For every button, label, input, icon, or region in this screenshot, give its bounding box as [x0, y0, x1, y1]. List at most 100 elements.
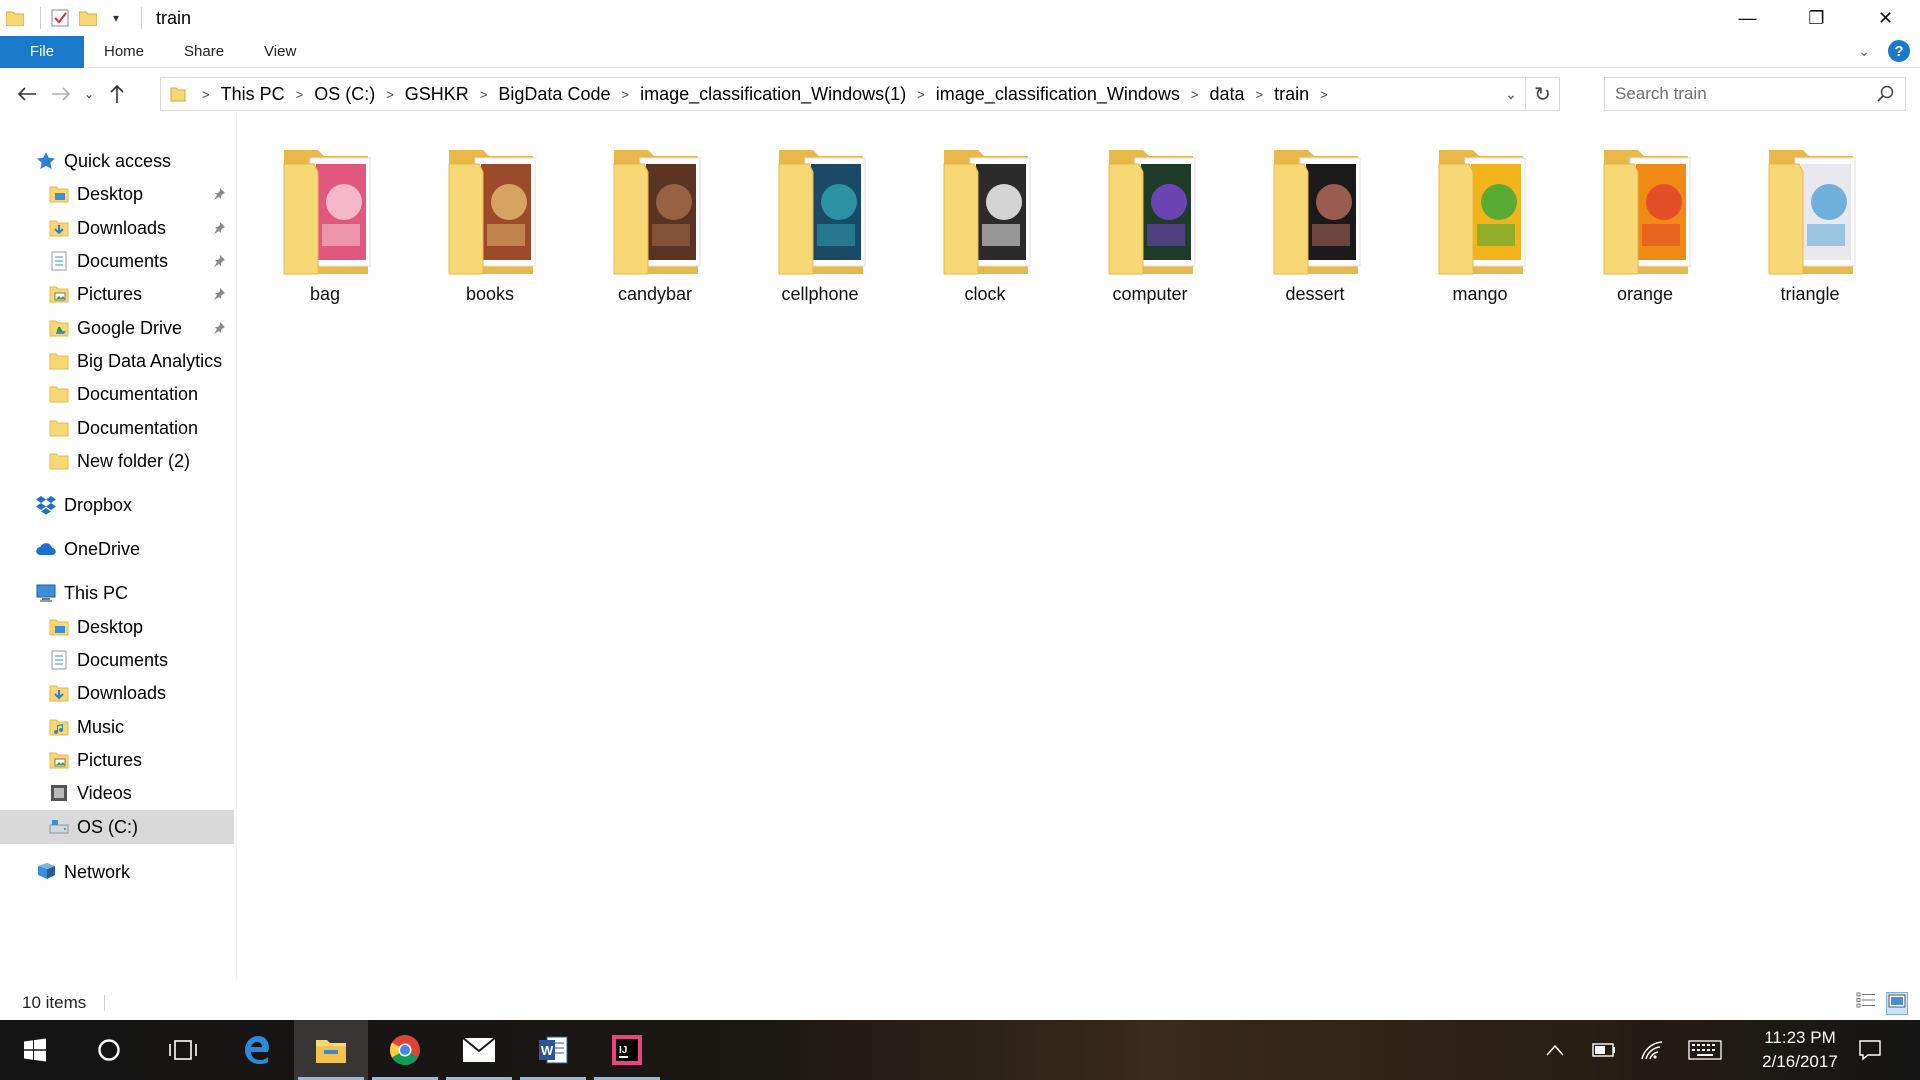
pin-icon[interactable]	[212, 319, 226, 340]
sidebar-item-dropbox[interactable]: Dropbox	[0, 488, 234, 522]
large-icons-view-icon[interactable]	[1886, 992, 1908, 1015]
search-box[interactable]	[1604, 77, 1906, 111]
cortana-button[interactable]	[72, 1020, 146, 1080]
breadcrumb-separator-chevron-icon[interactable]: >	[480, 87, 488, 102]
wifi-button[interactable]	[1632, 1020, 1672, 1080]
pin-icon[interactable]	[212, 219, 226, 240]
new-folder-icon[interactable]	[77, 7, 99, 29]
sidebar-item-pictures[interactable]: Pictures	[0, 277, 234, 311]
folder-item-mango[interactable]: mango	[1405, 140, 1555, 320]
pin-icon[interactable]	[212, 185, 226, 206]
chrome-app[interactable]	[368, 1020, 442, 1080]
breadcrumb-item[interactable]: BigData Code	[498, 84, 610, 105]
pin-icon[interactable]	[212, 285, 226, 306]
file-explorer-app[interactable]	[294, 1020, 368, 1080]
breadcrumb-item[interactable]: train	[1274, 84, 1309, 105]
breadcrumb-separator-chevron-icon[interactable]: >	[296, 87, 304, 102]
sidebar-item-this-pc[interactable]: This PC	[0, 576, 234, 610]
folder-item-bag[interactable]: bag	[250, 140, 400, 320]
sidebar-item-documents[interactable]: Documents	[0, 643, 234, 677]
sidebar-item-videos[interactable]: Videos	[0, 776, 234, 810]
back-button[interactable]	[10, 77, 44, 111]
folder-item-orange[interactable]: orange	[1570, 140, 1720, 320]
sidebar-item-documentation[interactable]: Documentation	[0, 377, 234, 411]
tab-share[interactable]: Share	[164, 36, 244, 68]
word-app[interactable]: W	[516, 1020, 590, 1080]
sidebar-item-music[interactable]: Music	[0, 710, 234, 744]
pane-divider[interactable]	[236, 114, 237, 980]
breadcrumb-separator-chevron-icon[interactable]: >	[386, 87, 394, 102]
tab-file[interactable]: File	[0, 35, 84, 68]
breadcrumb-separator-chevron-icon[interactable]: >	[202, 87, 210, 102]
chrome-icon	[389, 1035, 420, 1066]
breadcrumb-item[interactable]: OS (C:)	[314, 84, 375, 105]
sidebar-item-desktop[interactable]: Desktop	[0, 177, 234, 211]
breadcrumb-item[interactable]: GSHKR	[405, 84, 469, 105]
folder-item-dessert[interactable]: dessert	[1240, 140, 1390, 320]
sidebar-item-desktop[interactable]: Desktop	[0, 610, 234, 644]
task-view-button[interactable]	[146, 1020, 220, 1080]
action-center-button[interactable]	[1848, 1020, 1892, 1080]
address-bar[interactable]: > This PC > OS (C:) > GSHKR > BigData Code > imag…	[160, 77, 1560, 111]
folder-thumbnail-icon	[1095, 140, 1205, 280]
folder-item-clock[interactable]: clock	[910, 140, 1060, 320]
search-icon[interactable]	[1877, 85, 1895, 103]
folder-icon	[165, 86, 191, 102]
breadcrumb-item[interactable]: image_classification_Windows(1)	[640, 84, 906, 105]
pin-icon[interactable]	[212, 252, 226, 273]
breadcrumb-item[interactable]: This PC	[221, 84, 285, 105]
sidebar-item-os-c[interactable]: OS (C:)	[0, 810, 234, 844]
sidebar-item-documentation[interactable]: Documentation	[0, 411, 234, 445]
sidebar-item-google-drive[interactable]: Google Drive	[0, 311, 234, 345]
breadcrumb-item[interactable]: data	[1209, 84, 1244, 105]
sidebar-item-label: Music	[77, 716, 125, 737]
mail-app[interactable]	[442, 1020, 516, 1080]
edge-app[interactable]	[220, 1020, 294, 1080]
folder-item-cellphone[interactable]: cellphone	[745, 140, 895, 320]
folder-item-triangle[interactable]: triangle	[1735, 140, 1885, 320]
folder-item-books[interactable]: books	[415, 140, 565, 320]
breadcrumb-separator-chevron-icon[interactable]: >	[1256, 87, 1264, 102]
breadcrumb-item[interactable]: image_classification_Windows	[936, 84, 1180, 105]
properties-icon[interactable]	[49, 7, 71, 29]
sidebar-item-downloads[interactable]: Downloads	[0, 676, 234, 710]
show-hidden-icons-button[interactable]	[1538, 1020, 1572, 1080]
search-input[interactable]	[1615, 84, 1865, 104]
sidebar-item-onedrive[interactable]: OneDrive	[0, 532, 234, 566]
breadcrumb-separator-chevron-icon[interactable]: >	[621, 87, 629, 102]
intellij-app[interactable]: IJ	[590, 1020, 664, 1080]
refresh-icon[interactable]: ↻	[1525, 78, 1559, 110]
address-dropdown-chevron-icon[interactable]: ⌄	[1497, 78, 1525, 110]
minimize-button[interactable]: —	[1713, 0, 1782, 36]
tab-home[interactable]: Home	[84, 36, 164, 68]
touch-keyboard-button[interactable]	[1682, 1020, 1728, 1080]
forward-button[interactable]	[44, 77, 78, 111]
expand-ribbon-chevron-icon[interactable]: ⌄	[1858, 43, 1870, 60]
up-button[interactable]	[100, 77, 134, 111]
restore-button[interactable]: ❐	[1782, 0, 1851, 36]
battery-button[interactable]	[1584, 1020, 1624, 1080]
breadcrumb-separator-chevron-icon[interactable]: >	[917, 87, 925, 102]
sidebar-item-downloads[interactable]: Downloads	[0, 211, 234, 245]
sidebar-item-new-folder-2[interactable]: New folder (2)	[0, 444, 234, 478]
sidebar-item-pictures[interactable]: Pictures	[0, 743, 234, 777]
recent-locations-button[interactable]: ⌄	[78, 77, 100, 111]
sidebar-item-big-data-analytics[interactable]: Big Data Analytics	[0, 344, 234, 378]
folder-item-computer[interactable]: computer	[1075, 140, 1225, 320]
sidebar-item-label: Big Data Analytics	[77, 350, 223, 371]
tab-view[interactable]: View	[244, 36, 316, 68]
help-button[interactable]: ?	[1888, 40, 1910, 62]
breadcrumb-separator-chevron-icon[interactable]: >	[1191, 87, 1199, 102]
folder-name: bag	[309, 284, 341, 304]
folder-item-candybar[interactable]: candybar	[580, 140, 730, 320]
breadcrumb-separator-chevron-icon[interactable]: >	[1320, 87, 1328, 102]
details-view-icon[interactable]	[1856, 992, 1876, 1015]
sidebar-item-network[interactable]: Network	[0, 855, 234, 889]
sidebar-item-quick-access[interactable]: Quick access	[0, 144, 234, 178]
start-button[interactable]	[0, 1020, 70, 1080]
taskbar-clock[interactable]: 11:23 PM 2/16/2017	[1740, 1026, 1860, 1074]
close-button[interactable]: ✕	[1851, 0, 1920, 36]
sidebar-item-documents[interactable]: Documents	[0, 244, 234, 278]
customize-toolbar-chevron-icon[interactable]: ▾	[105, 7, 127, 29]
folder-name: clock	[964, 284, 1006, 304]
